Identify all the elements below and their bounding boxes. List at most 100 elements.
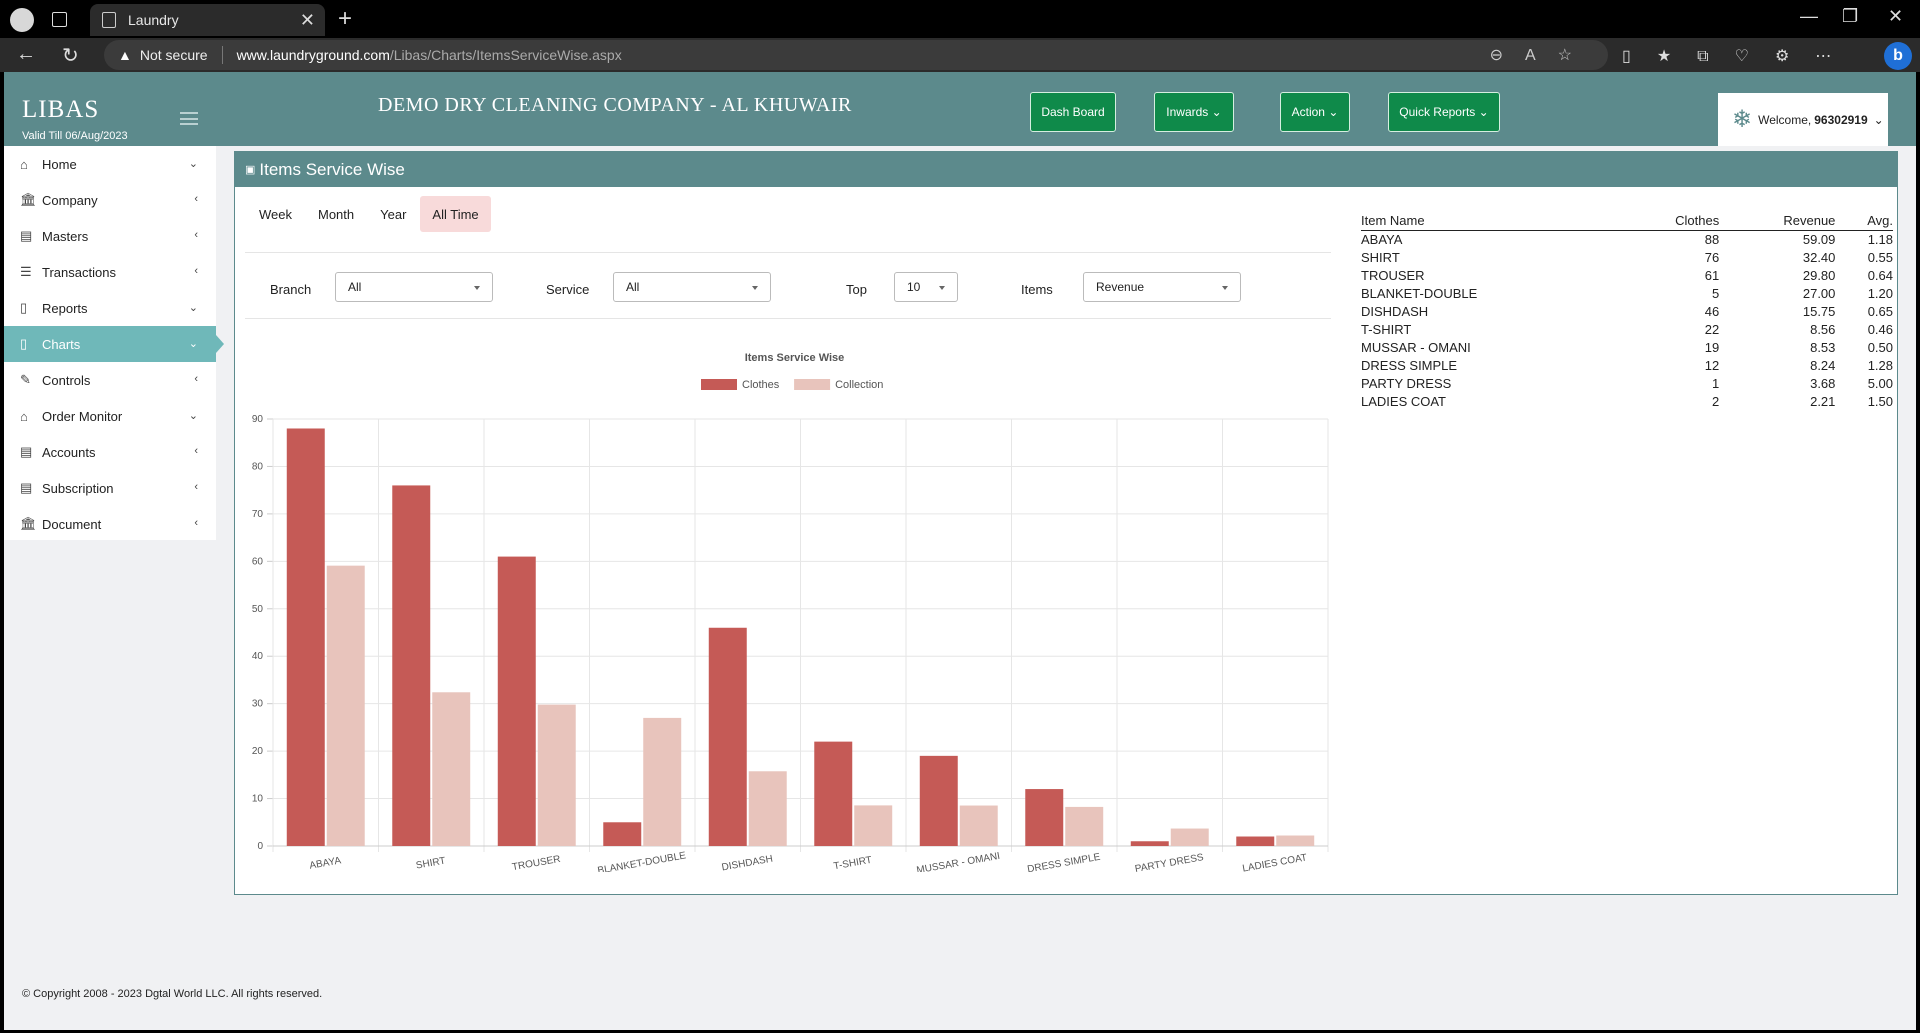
x-tick-label: BLANKET-DOUBLE <box>597 850 687 872</box>
x-tick-label: LADIES COAT <box>1242 852 1308 872</box>
branch-select[interactable]: All <box>335 272 493 302</box>
table-cell: 1 <box>1711 375 1720 391</box>
tab-actions-icon[interactable] <box>52 12 67 27</box>
browser-tab[interactable]: Laundry ✕ <box>90 4 325 36</box>
legend-swatch <box>794 379 831 390</box>
book-icon: ▤ <box>20 444 33 459</box>
table-row: DRESS SIMPLE 12 8.24 1.28 <box>1361 357 1893 375</box>
y-tick-label: 40 <box>252 651 264 662</box>
extensions-icon[interactable]: ⚙ <box>1775 48 1815 65</box>
dashboard-button[interactable]: Dash Board <box>1030 92 1116 132</box>
sidebar-item-label: Controls <box>42 372 91 388</box>
table-cell: 3.68 <box>1810 375 1836 391</box>
bing-icon[interactable]: b <box>1884 42 1912 70</box>
tab-month[interactable]: Month <box>306 196 366 232</box>
x-tick-label: SHIRT <box>415 856 446 872</box>
inwards-button[interactable]: Inwards ⌄ <box>1154 92 1234 132</box>
quick-reports-button[interactable]: Quick Reports ⌄ <box>1388 92 1500 132</box>
tab-close-icon[interactable]: ✕ <box>300 10 315 31</box>
toolbar-icons[interactable]: ▯★⧉♡⚙⋯ <box>1622 46 1857 66</box>
warning-icon: ▲ <box>118 47 132 63</box>
sidebar-item-label: Masters <box>42 228 89 244</box>
table-cell: DRESS SIMPLE <box>1361 357 1458 373</box>
table-row: DISHDASH 46 15.75 0.65 <box>1361 303 1893 321</box>
sidebar-item-transactions[interactable]: ☰ Transactions ‹ <box>4 254 216 290</box>
sidebar-item-label: Accounts <box>42 444 96 460</box>
table-cell: ABAYA <box>1361 231 1403 247</box>
items-value: Revenue <box>1096 280 1145 294</box>
table-cell: 5 <box>1711 285 1720 301</box>
app-header: LIBAS Valid Till 06/Aug/2023 DEMO DRY CL… <box>4 72 1916 146</box>
items-select[interactable]: Revenue <box>1083 272 1241 302</box>
heartbeat-icon[interactable]: ♡ <box>1735 48 1775 65</box>
url-actions[interactable]: ⊖A☆ <box>1490 45 1594 65</box>
sidebar-item-label: Reports <box>42 300 88 316</box>
tab-week[interactable]: Week <box>247 196 304 232</box>
y-tick-label: 10 <box>252 794 264 805</box>
x-tick-label: ABAYA <box>309 855 343 871</box>
sidebar-item-home[interactable]: ⌂ Home ⌄ <box>4 146 216 182</box>
close-window-icon[interactable]: ✕ <box>1888 6 1903 27</box>
more-icon[interactable]: ⋯ <box>1815 48 1857 65</box>
refresh-icon[interactable]: ↻ <box>62 43 79 68</box>
chevron-left-icon: ‹ <box>194 481 198 493</box>
action-button[interactable]: Action ⌄ <box>1280 92 1350 132</box>
bar-clothes <box>814 741 853 846</box>
home-icon: ⌂ <box>20 156 28 172</box>
back-icon[interactable]: ← <box>16 43 36 66</box>
restore-icon[interactable]: ❐ <box>1842 6 1858 27</box>
sidebar-item-accounts[interactable]: ▤ Accounts ‹ <box>4 434 216 470</box>
top-value: 10 <box>907 280 921 294</box>
new-tab-icon[interactable]: + <box>338 5 352 33</box>
sidebar-item-charts[interactable]: ▯ Charts ⌄ <box>4 326 224 362</box>
top-select[interactable]: 10 <box>894 272 958 302</box>
sidebar-item-masters[interactable]: ▤ Masters ‹ <box>4 218 216 254</box>
favorite-icon[interactable]: ☆ <box>1558 47 1594 64</box>
caret-down-icon <box>474 286 480 290</box>
menu-toggle-icon[interactable] <box>180 112 198 125</box>
bar-collection <box>748 771 787 846</box>
collections-icon[interactable]: ⧉ <box>1697 48 1734 65</box>
column-header: Revenue <box>1719 212 1836 231</box>
chevron-down-icon: ⌄ <box>1478 105 1489 119</box>
y-tick-label: 20 <box>252 746 264 757</box>
inwards-label: Inwards <box>1166 105 1209 119</box>
welcome-user: 96302919 <box>1814 112 1868 127</box>
brand-logo[interactable]: LIBAS <box>22 96 99 124</box>
tab-all-time[interactable]: All Time <box>420 196 491 232</box>
service-select[interactable]: All <box>613 272 771 302</box>
not-secure-label: Not secure <box>139 47 208 63</box>
bar-clothes <box>1025 789 1064 846</box>
sidebar-item-order-monitor[interactable]: ⌂ Order Monitor ⌄ <box>4 398 216 434</box>
table-cell: 1.18 <box>1867 231 1893 247</box>
sidebar-item-company[interactable]: 🏛 Company ‹ <box>4 182 216 218</box>
user-menu[interactable]: ❄ Welcome, 96302919 ⌄ <box>1718 93 1888 146</box>
chevron-left-icon: ‹ <box>194 193 198 205</box>
panel-header: ▣ Items Service Wise <box>235 152 1897 187</box>
period-tabs: Week Month Year All Time <box>247 196 493 232</box>
table-cell: 0.55 <box>1867 249 1893 265</box>
zoom-icon[interactable]: ⊖ <box>1490 47 1525 64</box>
profile-icon[interactable] <box>10 8 34 32</box>
url-input[interactable]: ▲ Not secure www.laundryground.com/Libas… <box>104 40 1608 70</box>
sidebar-item-reports[interactable]: ▯ Reports ⌄ <box>4 290 216 326</box>
minimize-icon[interactable]: — <box>1800 6 1818 27</box>
sidebar-item-controls[interactable]: ✎ Controls ‹ <box>4 362 216 398</box>
caret-down-icon <box>1222 286 1228 290</box>
favorites-icon[interactable]: ★ <box>1657 48 1697 65</box>
sidebar-item-subscription[interactable]: ▤ Subscription ‹ <box>4 470 216 506</box>
table-cell: 88 <box>1704 231 1720 247</box>
sidebar-item-document[interactable]: 🏛 Document ‹ <box>4 506 216 542</box>
bar-collection <box>959 805 998 846</box>
chevron-down-icon: ⌄ <box>1873 112 1884 127</box>
table-cell: 76 <box>1704 249 1720 265</box>
chevron-left-icon: ‹ <box>194 517 198 529</box>
column-header: Clothes <box>1620 212 1720 231</box>
bar-clothes <box>919 755 958 846</box>
read-aloud-icon[interactable]: A <box>1525 47 1558 64</box>
table-cell: 59.09 <box>1802 231 1836 247</box>
split-screen-icon[interactable]: ▯ <box>1622 48 1657 65</box>
tab-year[interactable]: Year <box>368 196 418 232</box>
chart-title: Items Service Wise <box>745 352 845 364</box>
table-cell: 0.46 <box>1867 321 1893 337</box>
